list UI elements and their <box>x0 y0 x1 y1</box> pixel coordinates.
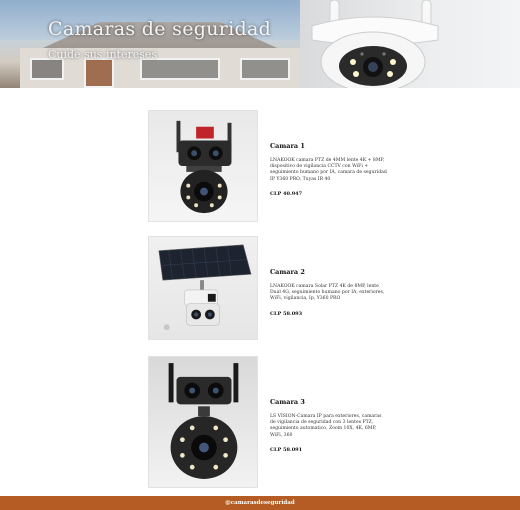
product-image-camera-1[interactable] <box>148 110 258 222</box>
triple-lens-camera-icon <box>168 363 239 479</box>
solar-camera-icon <box>158 244 252 331</box>
product-description: LNAKOOK camara PTZ de 4MM lente 4K + 8MP… <box>270 158 387 182</box>
product-description: LNAKOOK camara Solar PTZ 4K de 8MP, lent… <box>270 284 385 302</box>
product-title: Camara 1 <box>270 142 305 150</box>
product-image-camera-2[interactable] <box>148 236 258 340</box>
hero-title: Camaras de seguridad <box>48 18 272 40</box>
hero-subtitle: Cuide sus intereses <box>48 48 158 61</box>
product-image-camera-3[interactable] <box>148 356 258 488</box>
product-info-1: Camara 1 LNAKOOK camara PTZ de 4MM lente… <box>270 142 388 197</box>
product-price: CLP 58.093 <box>270 310 303 317</box>
product-price: CLP 58.091 <box>270 446 303 453</box>
ptz-dual-lens-camera-icon <box>176 120 232 214</box>
footer: @camarasdeseguridad <box>0 496 520 510</box>
product-info-2: Camara 2 LNAKOOK camara Solar PTZ 4K de … <box>270 268 388 317</box>
footer-social-handle[interactable]: @camarasdeseguridad <box>225 500 294 506</box>
product-info-3: Camara 3 LS VISION-Camara IP para exteri… <box>270 398 388 453</box>
hero-overlay <box>0 0 310 88</box>
product-description: LS VISION-Camara IP para exteriores, cam… <box>270 414 382 438</box>
product-title: Camara 3 <box>270 398 305 406</box>
hero-banner: Camaras de seguridad Cuide sus intereses <box>0 0 520 88</box>
dome-camera-image <box>311 0 439 88</box>
product-price: CLP 40.947 <box>270 190 303 197</box>
product-title: Camara 2 <box>270 268 305 276</box>
